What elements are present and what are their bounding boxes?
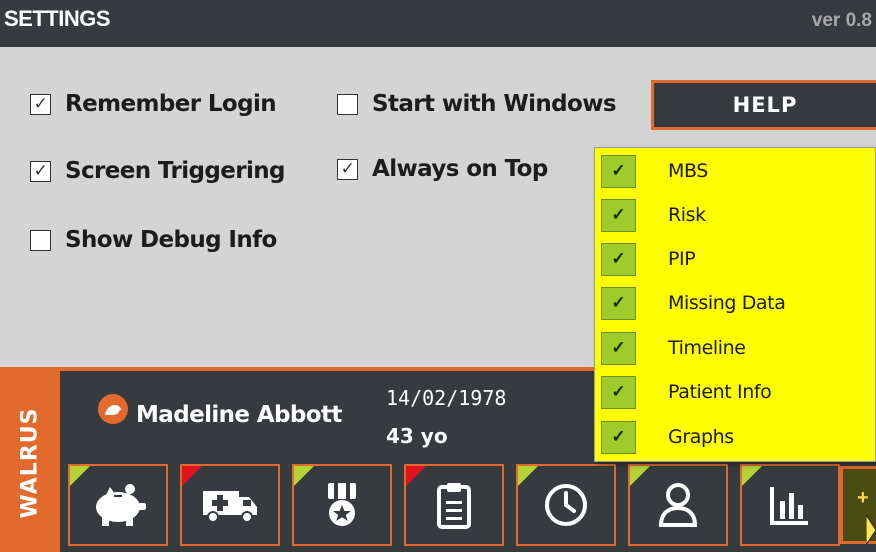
tile-status-flag	[406, 466, 426, 486]
dropdown-item-patient-info[interactable]: ✓ Patient Info	[601, 374, 772, 410]
tile-status-flag	[70, 466, 90, 486]
dropdown-item-pip[interactable]: ✓ PIP	[601, 241, 696, 277]
always-on-top-label: Always on Top	[372, 156, 548, 182]
dropdown-item-missing-data[interactable]: ✓ Missing Data	[601, 285, 786, 321]
settings-title: SETTINGS	[4, 6, 111, 31]
clipboard-icon	[437, 483, 471, 529]
start-with-windows-checkbox[interactable]	[337, 93, 358, 115]
mouse-cursor-icon	[866, 515, 876, 545]
dropdown-checkbox[interactable]: ✓	[601, 154, 636, 188]
always-on-top-checkbox[interactable]: ✓	[337, 158, 358, 180]
dropdown-item-label: PIP	[668, 248, 696, 270]
show-debug-info-checkbox[interactable]	[30, 229, 51, 251]
dropdown-item-timeline[interactable]: ✓ Timeline	[601, 330, 746, 366]
dropdown-checkbox[interactable]: ✓	[601, 242, 636, 276]
tile-patient-info[interactable]	[628, 464, 728, 546]
dropdown-item-graphs[interactable]: ✓ Graphs	[601, 419, 734, 455]
remember-login-checkbox[interactable]: ✓	[30, 93, 51, 115]
medal-icon	[328, 483, 356, 526]
patient-dob: 14/02/1978	[386, 386, 507, 410]
tile-status-flag	[518, 466, 538, 486]
screen-triggering-option[interactable]: ✓ Screen Triggering	[30, 158, 286, 184]
dropdown-checkbox[interactable]: ✓	[601, 286, 636, 320]
always-on-top-option[interactable]: ✓ Always on Top	[337, 156, 548, 182]
dropdown-checkbox[interactable]: ✓	[601, 375, 636, 409]
tile-visibility-dropdown[interactable]: ✓ MBS ✓ Risk ✓ PIP ✓ Missing Data ✓ Time…	[594, 147, 876, 462]
tile-status-flag	[742, 466, 762, 486]
tile-missing-data[interactable]	[404, 464, 504, 546]
tile-graphs[interactable]	[740, 464, 840, 546]
start-with-windows-label: Start with Windows	[372, 91, 617, 117]
tile-pip[interactable]	[292, 464, 392, 546]
remember-login-label: Remember Login	[65, 91, 277, 117]
ambulance-icon	[203, 491, 257, 523]
add-label: +	[857, 487, 869, 509]
help-button[interactable]: HELP	[651, 80, 876, 130]
bar-chart-icon	[770, 487, 808, 525]
tile-timeline[interactable]	[516, 464, 616, 546]
tile-risk[interactable]	[180, 464, 280, 546]
start-with-windows-option[interactable]: Start with Windows	[337, 91, 617, 117]
dropdown-item-mbs[interactable]: ✓ MBS	[601, 153, 708, 189]
dropdown-checkbox[interactable]: ✓	[601, 198, 636, 232]
tile-status-flag	[630, 466, 650, 486]
person-icon	[658, 483, 698, 527]
dropdown-item-label: Missing Data	[668, 292, 786, 314]
dropdown-item-label: Timeline	[668, 337, 746, 359]
version-label: ver 0.8	[811, 10, 872, 31]
title-bar: SETTINGS ver 0.8	[0, 0, 876, 47]
walrus-avatar-icon	[98, 394, 128, 424]
dropdown-item-label: MBS	[668, 160, 708, 182]
clock-icon	[545, 484, 587, 526]
dropdown-item-risk[interactable]: ✓ Risk	[601, 197, 706, 233]
patient-age: 43 yo	[386, 424, 448, 448]
remember-login-option[interactable]: ✓ Remember Login	[30, 91, 277, 117]
show-debug-info-label: Show Debug Info	[65, 227, 277, 253]
dropdown-item-label: Graphs	[668, 426, 734, 448]
screen-triggering-label: Screen Triggering	[65, 158, 286, 184]
tile-mbs[interactable]	[68, 464, 168, 546]
piggy-bank-icon	[96, 484, 146, 526]
dropdown-item-label: Patient Info	[668, 381, 772, 403]
tile-status-flag	[182, 466, 202, 486]
screen-triggering-checkbox[interactable]: ✓	[30, 160, 51, 182]
dropdown-item-label: Risk	[668, 204, 706, 226]
dropdown-checkbox[interactable]: ✓	[601, 331, 636, 365]
dropdown-checkbox[interactable]: ✓	[601, 420, 636, 454]
show-debug-info-option[interactable]: Show Debug Info	[30, 227, 277, 253]
walrus-brand-strip: WALRUS	[0, 367, 60, 552]
patient-name: Madeline Abbott	[136, 402, 342, 428]
brand-name: WALRUS	[17, 407, 43, 519]
tile-status-flag	[294, 466, 314, 486]
